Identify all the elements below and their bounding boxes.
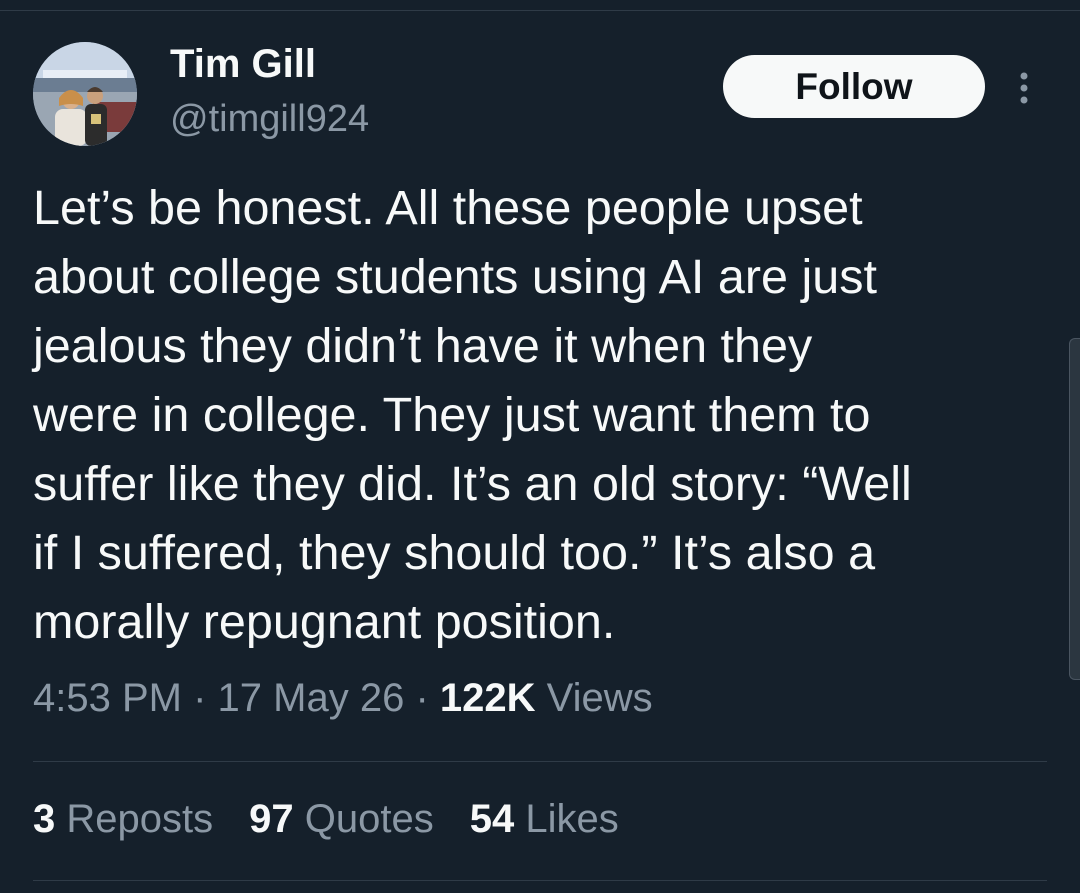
engagement-stats: 3 Reposts 97 Quotes 54 Likes xyxy=(33,797,619,842)
more-options-button[interactable] xyxy=(1008,66,1040,110)
tweet-date[interactable]: 17 May 26 xyxy=(218,676,405,720)
tweet-meta: 4:53 PM · 17 May 26 · 122K Views xyxy=(33,676,653,721)
views-count: 122K xyxy=(439,676,536,720)
stats-divider-top xyxy=(33,761,1047,762)
reposts-count: 3 xyxy=(33,797,56,841)
likes-count: 54 xyxy=(469,797,515,841)
quotes-label: Quotes xyxy=(304,797,434,841)
meta-separator: · xyxy=(415,676,429,720)
tweet-time[interactable]: 4:53 PM xyxy=(33,676,182,720)
scrollbar-thumb[interactable] xyxy=(1069,338,1080,680)
top-divider xyxy=(0,10,1080,11)
avatar[interactable] xyxy=(33,42,137,146)
more-vertical-icon xyxy=(1020,72,1028,104)
author-display-name[interactable]: Tim Gill xyxy=(170,42,316,87)
author-handle[interactable]: @timgill924 xyxy=(170,98,369,141)
quotes-count: 97 xyxy=(249,797,294,841)
follow-button[interactable]: Follow xyxy=(723,55,985,118)
quotes-stat[interactable]: 97 Quotes xyxy=(249,797,434,842)
meta-separator: · xyxy=(193,676,207,720)
likes-stat[interactable]: 54 Likes xyxy=(470,797,619,842)
reposts-label: Reposts xyxy=(66,797,214,841)
likes-label: Likes xyxy=(525,797,619,841)
reposts-stat[interactable]: 3 Reposts xyxy=(33,797,213,842)
avatar-photo xyxy=(33,42,137,146)
stats-divider-bottom xyxy=(33,880,1047,881)
views-label: Views xyxy=(546,676,653,720)
tweet-text: Let’s be honest. All these people upset … xyxy=(33,181,912,649)
